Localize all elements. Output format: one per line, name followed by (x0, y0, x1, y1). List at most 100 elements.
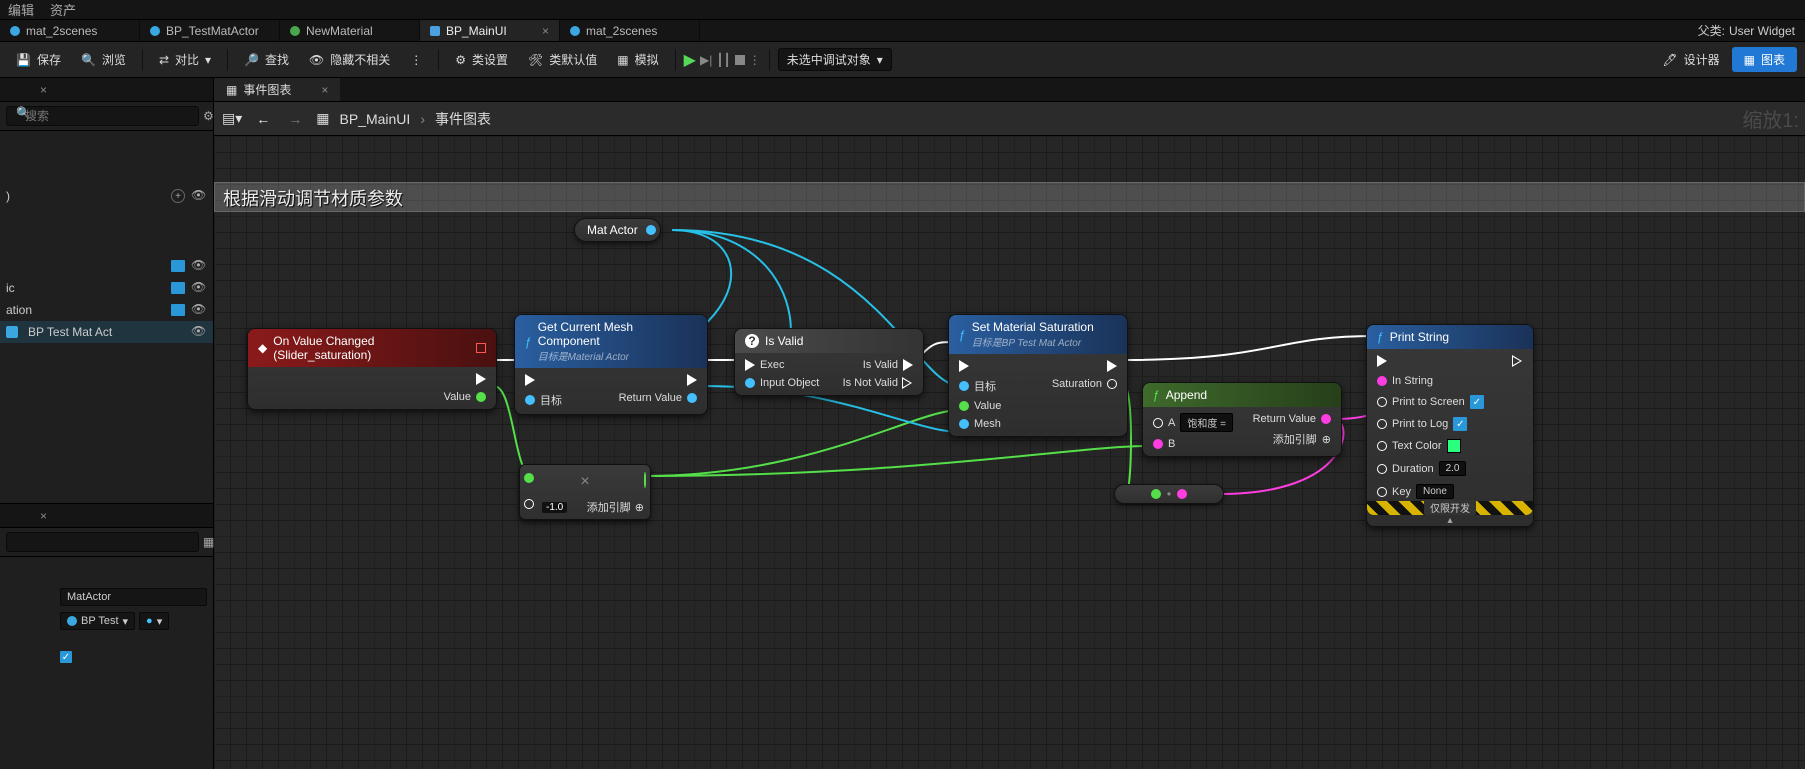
exec-out-pin[interactable] (476, 373, 486, 385)
input-pin[interactable] (1153, 439, 1163, 449)
tree-row[interactable]: ic 👁 (0, 277, 213, 299)
variable-type-dropdown[interactable]: BP Test ▾ (60, 612, 135, 630)
input-pin[interactable] (525, 395, 535, 405)
menu-icon[interactable]: ▤▾ (222, 110, 242, 127)
more-icon[interactable]: ⋮ (402, 49, 430, 71)
tree-row[interactable]: 👁 (0, 255, 213, 277)
append-node[interactable]: ƒAppend A 饱和度 = B Return Value 添加引脚 ⊕ (1142, 382, 1342, 457)
pin-default-value[interactable]: 2.0 (1439, 461, 1467, 476)
variable-get-node[interactable]: Mat Actor (574, 218, 661, 242)
input-pin[interactable] (1151, 489, 1161, 499)
checkbox[interactable]: ✓ (60, 651, 72, 663)
multiply-node[interactable]: × -1.0 添加引脚 ⊕ (519, 464, 651, 520)
find-button[interactable]: 🔎查找 (236, 47, 297, 72)
color-swatch[interactable] (1447, 439, 1461, 453)
macro-node[interactable]: ?Is Valid Exec Input Object Is Valid Is … (734, 328, 924, 396)
exec-out-pin[interactable] (687, 374, 697, 386)
asset-tab[interactable]: mat_2scenes (560, 20, 700, 41)
exec-out-pin[interactable] (1513, 355, 1523, 367)
step-icon[interactable]: ▶| (700, 53, 712, 67)
graph-tab[interactable]: ▦ 事件图表 × (214, 78, 340, 101)
close-icon[interactable]: × (542, 24, 549, 38)
exec-out-pin[interactable] (903, 359, 913, 371)
parent-class-link[interactable]: User Widget (1729, 24, 1795, 38)
breadcrumb-asset[interactable]: BP_MainUI (340, 111, 411, 127)
comment-node[interactable]: 根据滑动调节材质参数 (214, 182, 1805, 212)
add-icon[interactable]: + (171, 189, 185, 203)
input-pin[interactable] (745, 378, 755, 388)
diff-button[interactable]: ⇄对比▾ (151, 47, 219, 72)
input-pin[interactable] (959, 381, 969, 391)
details-search-input[interactable] (6, 532, 199, 552)
asset-tab[interactable]: NewMaterial (280, 20, 420, 41)
output-pin[interactable] (646, 225, 656, 235)
input-pin[interactable] (1377, 419, 1387, 429)
input-pin[interactable] (1377, 441, 1387, 451)
nav-back-icon[interactable]: ← (252, 111, 274, 127)
asset-tab[interactable]: mat_2scenes (0, 20, 140, 41)
eye-icon[interactable]: 👁 (191, 324, 207, 340)
function-node[interactable]: ƒ Get Current Mesh Component目标是Material … (514, 314, 708, 415)
pause-icon[interactable]: ┃┃ (716, 53, 730, 67)
function-node[interactable]: ƒ Set Material Saturation目标是BP Test Mat … (948, 314, 1128, 437)
exec-in-pin[interactable] (1377, 355, 1387, 367)
pin-default-value[interactable]: 饱和度 = (1180, 413, 1233, 432)
event-node[interactable]: ◆On Value Changed (Slider_saturation) Va… (247, 328, 497, 410)
menu-item[interactable]: 资产 (50, 0, 76, 19)
add-pin-button[interactable]: 添加引脚 ⊕ (587, 499, 644, 515)
hide-unrelated-button[interactable]: 👁隐藏不相关 (301, 47, 398, 72)
search-input[interactable] (6, 106, 199, 126)
designer-button[interactable]: 🖊设计器 (1654, 47, 1727, 72)
input-pin[interactable] (524, 499, 534, 509)
exec-in-pin[interactable] (959, 360, 969, 372)
tree-row[interactable]: ) + 👁 (0, 185, 213, 207)
checkbox[interactable]: ✓ (1470, 395, 1484, 409)
gear-icon[interactable]: ⚙ (203, 109, 214, 123)
output-pin[interactable] (1321, 414, 1331, 424)
exec-out-pin[interactable] (903, 377, 913, 389)
output-pin[interactable] (476, 392, 486, 402)
grid-icon[interactable]: ▦ (203, 535, 214, 549)
breadcrumb-graph[interactable]: 事件图表 (435, 109, 491, 129)
simulate-button[interactable]: ▦模拟 (609, 47, 666, 72)
exec-in-pin[interactable] (745, 359, 755, 371)
output-pin[interactable] (1177, 489, 1187, 499)
input-pin[interactable] (1377, 464, 1387, 474)
input-pin[interactable] (959, 419, 969, 429)
output-pin[interactable] (1107, 379, 1117, 389)
graph-button[interactable]: ▦图表 (1732, 47, 1797, 72)
eye-icon[interactable]: 👁 (191, 302, 207, 318)
input-pin[interactable] (1153, 418, 1163, 428)
graph-canvas[interactable]: 根据滑动调节材质参数 (214, 136, 1805, 769)
add-pin-icon[interactable]: ⊕ (1322, 433, 1331, 446)
save-button[interactable]: 💾保存 (8, 47, 69, 72)
exec-in-pin[interactable] (525, 374, 535, 386)
play-button[interactable]: ▶ (684, 50, 696, 70)
close-icon[interactable]: × (321, 83, 328, 97)
output-pin[interactable] (687, 393, 697, 403)
nav-fwd-icon[interactable]: → (284, 111, 306, 127)
asset-tab[interactable]: BP_TestMatActor (140, 20, 280, 41)
input-pin[interactable] (1377, 376, 1387, 386)
output-pin[interactable] (644, 472, 646, 488)
eye-icon[interactable]: 👁 (191, 258, 207, 274)
stop-icon[interactable] (735, 55, 745, 65)
collapse-icon[interactable]: ▴ (1367, 515, 1533, 526)
tree-row-selected[interactable]: BP Test Mat Act 👁 (0, 321, 213, 343)
more-icon[interactable]: ⋮ (749, 53, 761, 67)
print-string-node[interactable]: ƒPrint String In String Print to Screen … (1366, 324, 1534, 527)
tree-row[interactable]: ation 👁 (0, 299, 213, 321)
delegate-pin[interactable] (476, 343, 486, 353)
pin-default-value[interactable]: -1.0 (542, 502, 567, 513)
checkbox[interactable]: ✓ (1453, 417, 1467, 431)
class-settings-button[interactable]: ⚙类设置 (447, 47, 516, 72)
input-pin[interactable] (1377, 487, 1387, 497)
input-pin[interactable] (959, 401, 969, 411)
exec-out-pin[interactable] (1107, 360, 1117, 372)
input-pin[interactable] (1377, 397, 1387, 407)
close-icon[interactable]: × (40, 509, 47, 523)
container-type-dropdown[interactable]: ● ▾ (139, 612, 169, 630)
eye-icon[interactable]: 👁 (191, 280, 207, 296)
reroute-node[interactable]: • (1114, 484, 1224, 504)
class-defaults-button[interactable]: 🛠类默认值 (520, 47, 605, 72)
